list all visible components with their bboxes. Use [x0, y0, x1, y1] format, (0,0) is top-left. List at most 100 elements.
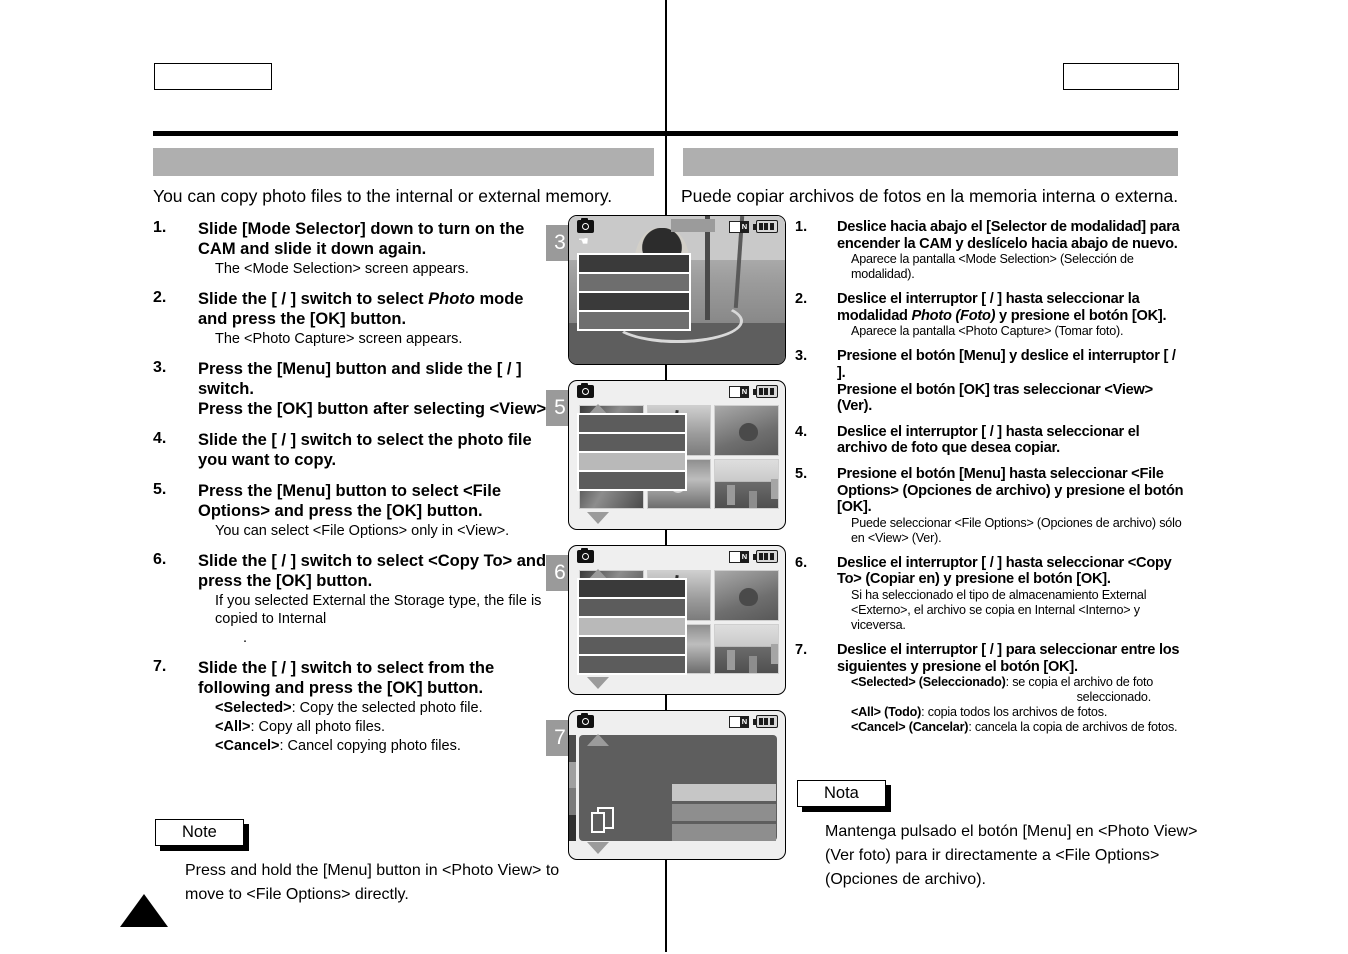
osd-status-bar: N: [569, 546, 785, 568]
menu-row[interactable]: [579, 415, 685, 432]
step-option-all: <All>: Copy all photo files.: [215, 718, 553, 736]
osd-menu-panel[interactable]: [577, 578, 687, 675]
camera-icon: [577, 217, 594, 233]
step-main-text: Slide the [ / ] switch to select <Copy T…: [198, 552, 547, 590]
scroll-down-arrow-icon[interactable]: [587, 512, 609, 524]
memory-card-icon: N: [729, 551, 749, 563]
memory-card-label: N: [740, 386, 749, 398]
battery-icon: [753, 715, 778, 728]
step-text-italic: Photo: [428, 290, 475, 308]
menu-row[interactable]: [579, 274, 689, 291]
step-option-cancel: <Cancel>: Cancel copying photo files.: [215, 737, 553, 755]
osd-menu-panel[interactable]: [577, 413, 687, 491]
osd-menu-panel[interactable]: [577, 253, 691, 331]
menu-row[interactable]: [579, 637, 685, 654]
copy-option-selected[interactable]: [672, 784, 776, 801]
option-label: <Selected> (Seleccionado): [851, 675, 1006, 690]
option-label: <All> (Todo): [851, 705, 922, 720]
menu-row[interactable]: [579, 599, 685, 616]
step-text-pre: Slide the [ / ] switch to select: [198, 290, 429, 308]
option-text: : Copy all photo files.: [250, 719, 386, 735]
step-number: 5.: [795, 465, 808, 482]
option-text: : Copy the selected photo file.: [291, 700, 483, 716]
step-number: 4.: [795, 423, 808, 440]
step-text-italic: Photo (Foto): [911, 307, 996, 324]
camera-icon: [577, 712, 594, 728]
header-box-left: [154, 63, 272, 90]
thumbnail[interactable]: [714, 570, 779, 621]
page-corner-triangle-marker: [120, 894, 168, 927]
menu-row[interactable]: [579, 312, 689, 329]
osd-status-bar: ☚ N: [569, 216, 785, 247]
thumbnail[interactable]: [714, 623, 779, 674]
scroll-down-arrow-icon[interactable]: [587, 677, 609, 689]
menu-row-title[interactable]: [579, 580, 685, 597]
menu-row-selected[interactable]: [579, 618, 685, 635]
scroll-down-arrow-icon[interactable]: [587, 842, 609, 854]
step-main-text-2: Press the [OK] button after selecting <V…: [198, 400, 551, 418]
menu-row[interactable]: [579, 472, 685, 489]
memory-card-label: N: [740, 716, 749, 728]
step-main-text: Deslice hacia abajo el [Selector de moda…: [837, 219, 1180, 252]
step-number: 2.: [153, 289, 167, 306]
step-item: 5. Presione el botón [Menu] hasta selecc…: [795, 466, 1185, 546]
memory-card-icon: N: [729, 221, 749, 233]
step-item: 7. Slide the [ / ] switch to select from…: [153, 658, 553, 755]
lcd-screen: N: [568, 545, 786, 695]
menu-row-selected[interactable]: [579, 453, 685, 470]
menu-row[interactable]: [579, 656, 685, 673]
step-main-text: Deslice el interruptor [ / ] para selecc…: [837, 641, 1180, 675]
option-text: : copia todos los archivos de fotos.: [921, 705, 1108, 720]
hand-icon: ☚: [578, 234, 589, 248]
note-box-spanish: Nota Mantenga pulsado el botón [Menu] en…: [797, 780, 1225, 892]
step-number: 5.: [153, 481, 167, 498]
copy-option-cancel[interactable]: [672, 824, 776, 841]
step-sub-text-2: .: [215, 629, 553, 647]
step-option-selected: <Selected>: Copy the selected photo file…: [215, 699, 553, 717]
menu-row[interactable]: [579, 434, 685, 451]
step-number: 3.: [795, 348, 808, 365]
memory-card-icon: N: [729, 716, 749, 728]
copy-option-all[interactable]: [672, 804, 776, 821]
step-number: 6.: [153, 551, 167, 568]
step-main-text: Deslice el interruptor [ / ] hasta selec…: [837, 423, 1140, 457]
step-number: 6.: [795, 554, 808, 571]
step-sub-text: Aparece la pantalla <Mode Selection> (Se…: [851, 252, 1134, 282]
step-item: 4. Slide the [ / ] switch to select the …: [153, 430, 553, 470]
menu-row[interactable]: [579, 293, 689, 310]
intro-text-spanish: Puede copiar archivos de fotos en la mem…: [681, 186, 1179, 206]
intro-text-english: You can copy photo files to the internal…: [153, 186, 613, 206]
thumbnail[interactable]: [714, 458, 779, 509]
scroll-up-arrow-icon[interactable]: [587, 734, 609, 746]
step-option-all: <All> (Todo): copia todos los archivos d…: [851, 705, 1185, 720]
step-main-text: Deslice el interruptor [ / ] hasta selec…: [837, 554, 1172, 588]
menu-row[interactable]: [579, 255, 689, 272]
step-item: 7. Deslice el interruptor [ / ] para sel…: [795, 642, 1185, 735]
thumbnail[interactable]: [714, 405, 779, 456]
step-item: 3. Press the [Menu] button and slide the…: [153, 359, 553, 419]
option-text: : cancela la copia de archivos de fotos.: [968, 720, 1178, 735]
step-sub-text: Si ha seleccionado el tipo de almacenami…: [851, 587, 1147, 632]
step-item: 1. Slide [Mode Selector] down to turn on…: [153, 219, 553, 278]
lcd-screen: N: [568, 380, 786, 530]
side-indicator-strip: [569, 735, 576, 841]
step-sub-text: The <Photo Capture> screen appears.: [215, 331, 463, 347]
option-label: <All>: [215, 719, 251, 735]
step-sub-text: Puede seleccionar <File Options> (Opcion…: [851, 515, 1182, 545]
step-item: 2. Deslice el interruptor [ / ] hasta se…: [795, 291, 1185, 339]
steps-list-english: 1. Slide [Mode Selector] down to turn on…: [153, 219, 553, 766]
header-box-right: [1063, 63, 1179, 90]
step-number: 7.: [153, 658, 167, 675]
copy-files-icon: [591, 807, 615, 835]
step-sub-text: You can select <File Options> only in <V…: [215, 523, 510, 539]
step-number: 2.: [795, 291, 808, 308]
section-title-bar-left: [153, 148, 654, 176]
step-item: 3. Presione el botón [Menu] y deslice el…: [795, 348, 1185, 414]
step-main-text: Deslice el interruptor [ / ] hasta selec…: [837, 291, 1185, 324]
memory-card-label: N: [740, 221, 749, 233]
step-item: 5. Press the [Menu] button to select <Fi…: [153, 481, 553, 540]
copy-option-list[interactable]: [672, 784, 776, 841]
option-label: <Cancel>: [215, 738, 280, 754]
step-item: 4. Deslice el interruptor [ / ] hasta se…: [795, 424, 1185, 457]
step-sub-text: If you selected External the Storage typ…: [215, 593, 542, 627]
